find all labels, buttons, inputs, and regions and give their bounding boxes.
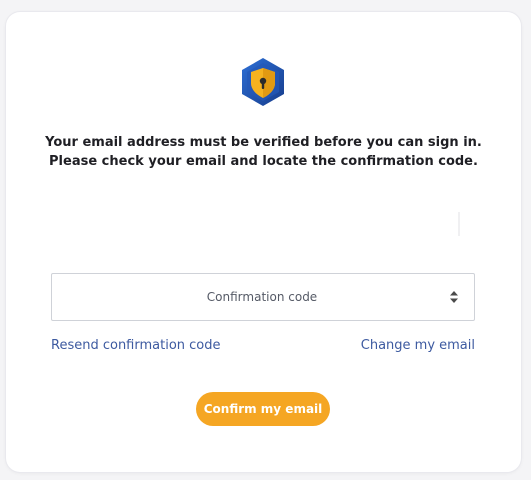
change-email-link[interactable]: Change my email [361,338,475,353]
secondary-links: Resend confirmation code Change my email [51,338,475,356]
number-spinner-icon[interactable] [449,290,459,304]
divider [458,212,460,236]
verification-message: Your email address must be verified befo… [6,133,521,171]
message-line-1: Your email address must be verified befo… [45,135,482,150]
resend-code-link[interactable]: Resend confirmation code [51,338,221,353]
message-line-2: Please check your email and locate the c… [49,154,478,169]
confirm-email-button[interactable]: Confirm my email [196,392,330,426]
confirmation-code-input[interactable] [72,274,452,320]
shield-lock-icon [242,58,284,106]
confirmation-code-field [51,273,475,321]
verification-card: Your email address must be verified befo… [6,12,521,472]
